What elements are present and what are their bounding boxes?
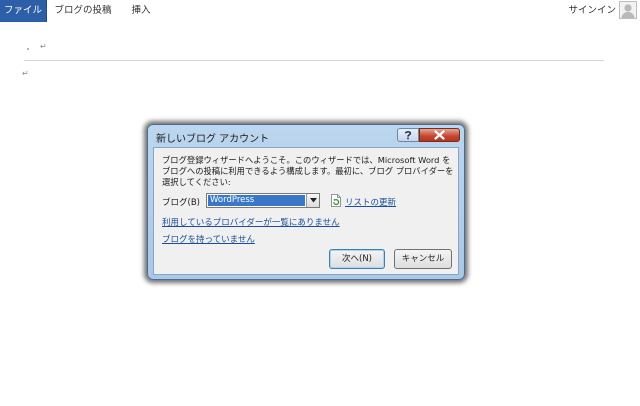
blog-provider-value: WordPress [208,195,305,206]
chevron-down-icon [310,198,317,203]
blog-provider-select[interactable]: WordPress [206,193,320,208]
refresh-document-icon[interactable] [330,194,342,207]
dialog-title: 新しいブログ アカウント [156,134,270,145]
ribbon-tab-bar: ファイル ブログの投稿 挿入 サインイン [0,0,640,22]
user-avatar-icon[interactable] [619,1,637,19]
dropdown-button[interactable] [306,194,319,207]
tab-file[interactable]: ファイル [0,0,47,22]
word-window: ファイル ブログの投稿 挿入 サインイン ↵ ↵ 新しいブログ アカウント ブロ… [0,0,640,406]
signin-link[interactable]: サインイン [568,0,616,22]
close-button[interactable] [419,128,460,142]
provider-not-listed-link[interactable]: 利用しているプロバイダーが一覧にありません [162,216,340,228]
cancel-button[interactable]: キャンセル [394,249,452,269]
help-button[interactable] [397,128,419,142]
new-blog-account-dialog: 新しいブログ アカウント ブログ登録ウィザードへようこそ。このウィザードでは、M… [147,124,465,280]
dialog-content: ブログ登録ウィザードへようこそ。このウィザードでは、Microsoft Word… [153,147,459,275]
paragraph-mark-body: ↵ [22,69,29,78]
blog-label: ブログ(B) [162,198,200,208]
next-button[interactable]: 次へ(N) [329,249,385,269]
wizard-description: ブログ登録ウィザードへようこそ。このウィザードでは、Microsoft Word… [162,155,454,187]
title-separator-line [24,60,604,61]
paragraph-mark-title: ↵ [40,42,47,51]
close-x-icon [434,130,445,140]
no-blog-link[interactable]: ブログを持っていません [162,233,255,245]
title-placeholder-dot [27,48,29,50]
refresh-list-link[interactable]: リストの更新 [345,196,396,208]
question-mark-icon [404,131,412,140]
tab-blog-post[interactable]: ブログの投稿 [52,0,114,22]
tab-insert[interactable]: 挿入 [124,0,158,22]
